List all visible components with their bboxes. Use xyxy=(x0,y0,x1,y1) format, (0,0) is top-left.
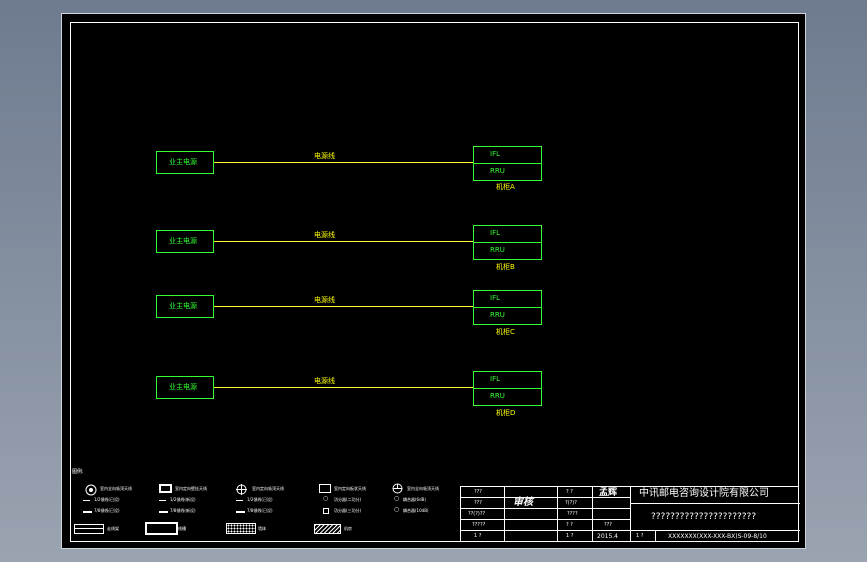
approval-stamp: 孟辉 xyxy=(599,488,618,498)
rack-caption: 机柜A xyxy=(496,183,515,191)
rack-divider xyxy=(473,163,542,164)
tb-label: ??? xyxy=(474,500,482,506)
rack-bottom-label: RRU xyxy=(490,246,505,254)
legend-title: 图例: xyxy=(72,469,84,475)
cable-label: 电源线 xyxy=(314,296,335,304)
drawing-no: XXXXXXX(XXX-XXX-BX)S-09-8/10 xyxy=(668,533,767,540)
rack-bottom-label: RRU xyxy=(490,392,505,400)
sheet-no: 1 ? xyxy=(636,533,644,539)
legend-label: 机房 xyxy=(344,526,352,531)
tb-label: 1 ? xyxy=(566,533,574,539)
tb-label: 1 ? xyxy=(474,533,482,539)
legend-label: 室内定向吸顶天线 xyxy=(252,486,284,491)
title-block: ??? ??? ??(?)?? ????? 1 ? 审核 ? ? ?(?)? ?… xyxy=(460,486,800,542)
company-name: 中讯邮电咨询设计院有限公司 xyxy=(639,488,769,499)
legend-label: 功分器(三功分) xyxy=(334,508,362,513)
tb-label: ????? xyxy=(472,522,486,528)
rack-top-label: IFL xyxy=(490,375,500,383)
tb-label: ??(?)?? xyxy=(468,511,486,517)
legend-label: 室内全向吸顶天线 xyxy=(407,486,439,491)
rack-divider xyxy=(473,307,542,308)
legend-label: 墙体 xyxy=(258,526,266,531)
rack-top-label: IFL xyxy=(490,150,500,158)
legend-label: 1/2馈线(已设) xyxy=(247,497,273,502)
splitter-icon: ○ xyxy=(323,495,329,502)
cable-label: 电源线 xyxy=(314,231,335,239)
thick-feeder-icon xyxy=(83,511,92,513)
legend-label: 线槽 xyxy=(178,526,186,531)
drawing-sheet: 业主电源 电源线 IFL RRU 机柜A 业主电源 电源线 IFL RRU 机柜… xyxy=(61,13,806,549)
legend-label: 7/8馈线(新设) xyxy=(170,508,196,513)
ceiling-antenna-icon xyxy=(392,483,403,494)
legend-label: 室内定向壁挂天线 xyxy=(175,486,207,491)
legend-label: 7/8馈线(已设) xyxy=(247,508,273,513)
source-label: 业主电源 xyxy=(169,237,197,245)
legend-label: 1/2馈线(已设) xyxy=(94,497,120,502)
splitter3-icon xyxy=(323,508,329,514)
cable-label: 电源线 xyxy=(314,377,335,385)
source-label: 业主电源 xyxy=(169,302,197,310)
thick-feeder-icon xyxy=(236,511,245,513)
legend-label: 7/8馈线(已设) xyxy=(94,508,120,513)
cable-line xyxy=(214,241,473,242)
cable-line xyxy=(214,387,473,388)
drawing-frame xyxy=(70,22,799,542)
cable-line xyxy=(214,306,473,307)
source-label: 业主电源 xyxy=(169,383,197,391)
legend-label: 功分器(二功分) xyxy=(334,497,362,502)
cable-tray-icon xyxy=(74,524,104,534)
legend-label: 室内全向吸顶天线 xyxy=(100,486,132,491)
tb-label: ? ? xyxy=(566,522,573,528)
legend-label: 耦合器(6dB) xyxy=(403,497,426,502)
feeder-line-icon xyxy=(236,500,243,501)
trunking-icon xyxy=(145,522,178,535)
tb-label: ???? xyxy=(567,511,578,517)
machine-room-icon xyxy=(314,524,341,534)
rack-caption: 机柜B xyxy=(496,263,515,271)
tb-label: ? ? xyxy=(566,489,573,495)
legend-label: 室内定向板状天线 xyxy=(334,486,366,491)
legend-label: 1/2馈线(新设) xyxy=(170,497,196,502)
rack-top-label: IFL xyxy=(490,229,500,237)
signature: 审核 xyxy=(513,497,533,508)
rack-divider xyxy=(473,242,542,243)
thick-feeder-icon xyxy=(159,511,168,513)
tb-value: ??? xyxy=(604,522,612,528)
tb-date: 2015.4 xyxy=(597,533,618,540)
rack-caption: 机柜D xyxy=(496,409,516,417)
directional-antenna-icon xyxy=(236,484,247,495)
drawing-title: ?????????????????????? xyxy=(651,512,757,522)
tb-label: ??? xyxy=(474,489,482,495)
coupler10-icon: ○ xyxy=(394,506,400,513)
cable-label: 电源线 xyxy=(314,152,335,160)
coupler-icon: ○ xyxy=(394,495,400,502)
rack-top-label: IFL xyxy=(490,294,500,302)
rack-caption: 机柜C xyxy=(496,328,515,336)
source-label: 业主电源 xyxy=(169,158,197,166)
legend-label: 走线架 xyxy=(107,526,119,531)
omni-antenna-icon xyxy=(85,484,97,496)
feeder-line-icon xyxy=(159,500,166,501)
board-antenna-icon xyxy=(319,484,331,493)
cable-line xyxy=(214,162,473,163)
rack-bottom-label: RRU xyxy=(490,167,505,175)
legend-label: 耦合器(10dB) xyxy=(403,508,429,513)
rack-divider xyxy=(473,388,542,389)
tb-label: ?(?)? xyxy=(565,500,577,506)
wall-icon xyxy=(226,523,256,534)
panel-antenna-icon xyxy=(159,484,172,493)
feeder-line-icon xyxy=(83,500,90,501)
rack-bottom-label: RRU xyxy=(490,311,505,319)
